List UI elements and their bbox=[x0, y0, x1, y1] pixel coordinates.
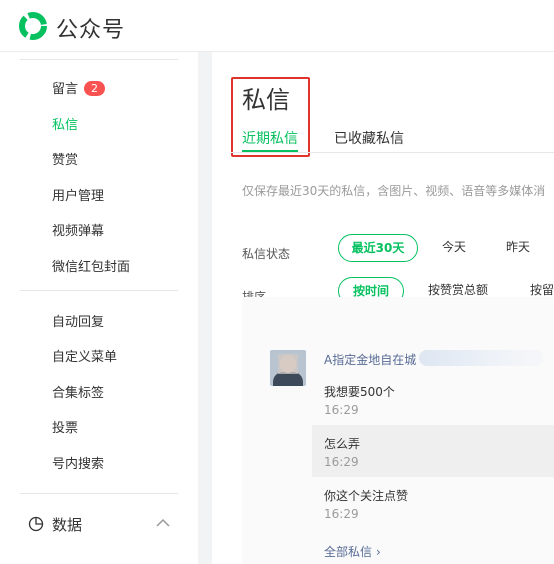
retention-notice: 仅保存最近30天的私信，含图片、视频、语音等多媒体消 bbox=[242, 184, 546, 198]
sidebar-item-red-packet-cover[interactable]: 微信红包封面 bbox=[52, 256, 130, 275]
sidebar-item-messages[interactable]: 私信 bbox=[52, 114, 78, 133]
sidebar: 留言 2 私信 赞赏 用户管理 视频弹幕 微信红包封面 自动回复 自定义菜单 合集… bbox=[0, 52, 198, 564]
top-header: 公众号 bbox=[0, 0, 554, 52]
unread-badge: 2 bbox=[84, 81, 106, 96]
redacted-name-blur bbox=[419, 350, 544, 366]
tab-saved-messages[interactable]: 已收藏私信 bbox=[334, 128, 404, 148]
sender-name[interactable]: A指定金地自在城 bbox=[324, 351, 416, 368]
message-time: 16:29 bbox=[324, 403, 359, 417]
filter-option-last-30-days[interactable]: 最近30天 bbox=[338, 234, 418, 262]
sidebar-item-collection-tags[interactable]: 合集标签 bbox=[52, 382, 104, 401]
message-item[interactable]: 你这个关注点赞 16:29 bbox=[312, 477, 554, 529]
sidebar-item-comments[interactable]: 留言 2 bbox=[52, 78, 106, 97]
message-item[interactable]: 怎么弄 16:29 bbox=[312, 425, 554, 477]
chevron-right-icon: › bbox=[376, 545, 381, 559]
sidebar-item-label: 留言 bbox=[52, 82, 79, 97]
sidebar-divider bbox=[20, 290, 178, 291]
sidebar-section-data[interactable]: 数据 bbox=[28, 512, 178, 536]
wechat-official-logo-icon[interactable] bbox=[18, 11, 48, 41]
app-title: 公众号 bbox=[56, 18, 126, 43]
message-text: 我想要500个 bbox=[324, 385, 395, 399]
sidebar-item-custom-menu[interactable]: 自定义菜单 bbox=[52, 346, 117, 365]
filter-option-yesterday[interactable]: 昨天 bbox=[496, 234, 540, 262]
message-time: 16:29 bbox=[324, 455, 359, 469]
chevron-up-icon[interactable] bbox=[156, 518, 170, 528]
message-text: 你这个关注点赞 bbox=[324, 489, 409, 503]
sidebar-divider bbox=[20, 59, 178, 60]
all-messages-label: 全部私信 bbox=[324, 545, 373, 559]
sidebar-item-rewards[interactable]: 赞赏 bbox=[52, 149, 78, 168]
message-text: 怎么弄 bbox=[324, 437, 361, 451]
sidebar-item-video-danmaku[interactable]: 视频弹幕 bbox=[52, 220, 104, 239]
message-item[interactable]: 我想要500个 16:29 bbox=[312, 373, 554, 425]
sidebar-section-label: 数据 bbox=[52, 516, 83, 534]
message-time: 16:29 bbox=[324, 507, 359, 521]
sidebar-item-in-account-search[interactable]: 号内搜索 bbox=[52, 453, 104, 472]
tab-recent-messages[interactable]: 近期私信 bbox=[242, 128, 298, 148]
sidebar-item-user-management[interactable]: 用户管理 bbox=[52, 185, 104, 204]
sidebar-item-auto-reply[interactable]: 自动回复 bbox=[52, 311, 104, 330]
sidebar-item-vote[interactable]: 投票 bbox=[52, 417, 78, 436]
filter-option-today[interactable]: 今天 bbox=[432, 234, 476, 262]
sidebar-divider bbox=[20, 493, 178, 494]
all-messages-link[interactable]: 全部私信 › bbox=[324, 543, 381, 560]
avatar-mosaic bbox=[278, 354, 298, 374]
filter-status-label: 私信状态 bbox=[242, 247, 291, 261]
tab-bar-divider bbox=[231, 152, 554, 153]
pie-chart-icon bbox=[28, 516, 44, 532]
avatar[interactable] bbox=[270, 350, 306, 386]
